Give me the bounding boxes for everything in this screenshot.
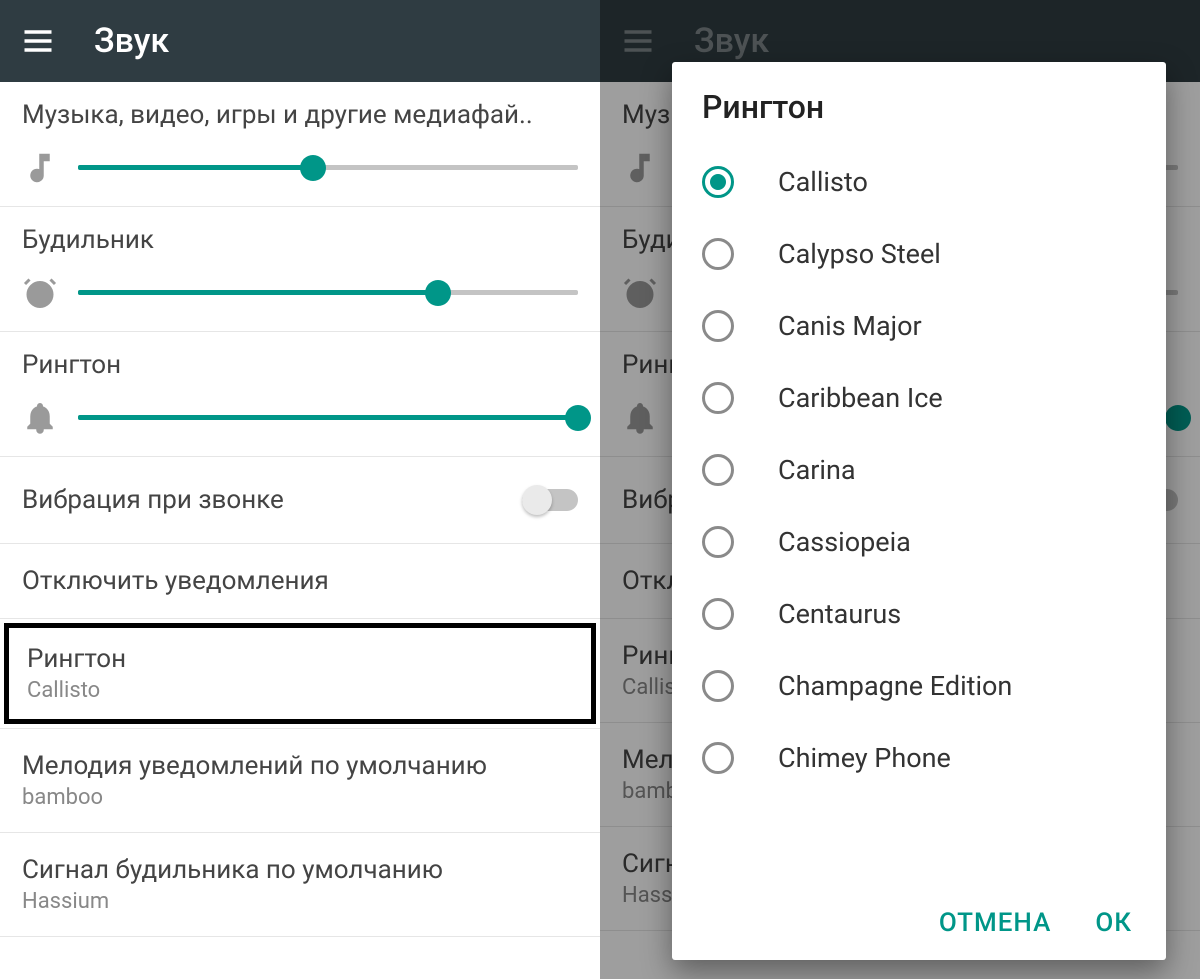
ringtone-picker-dialog: Рингтон Callisto Calypso Steel Canis Maj… bbox=[672, 62, 1166, 960]
alarm-sound-item[interactable]: Сигнал будильника по умолчанию Hassium bbox=[0, 833, 600, 937]
radio-icon bbox=[702, 742, 734, 774]
vibrate-on-call-row[interactable]: Вибрация при звонке bbox=[0, 457, 600, 544]
ringtone-option-label: Chimey Phone bbox=[778, 742, 951, 774]
appbar: Звук bbox=[0, 0, 600, 82]
radio-icon bbox=[702, 598, 734, 630]
media-volume-section: Музыка, видео, игры и другие медиафай.. bbox=[0, 82, 600, 207]
ring-volume-slider[interactable] bbox=[78, 403, 578, 433]
ringtone-item-highlighted[interactable]: Рингтон Callisto bbox=[4, 623, 596, 724]
ringtone-option-label: Centaurus bbox=[778, 598, 901, 630]
ringtone-option[interactable]: Chimey Phone bbox=[672, 722, 1166, 794]
sound-settings-panel-right: Звук Музыка, видео, игры и другие медиаф… bbox=[600, 0, 1200, 979]
ring-volume-label: Рингтон bbox=[22, 350, 578, 380]
alarm-sound-value: Hassium bbox=[22, 889, 578, 914]
media-volume-slider[interactable] bbox=[78, 153, 578, 183]
ringtone-option-label: Callisto bbox=[778, 166, 868, 198]
media-slider-row bbox=[22, 150, 578, 192]
content-area: Музыка, видео, игры и другие медиафай.. … bbox=[0, 82, 600, 937]
vibrate-switch[interactable] bbox=[522, 489, 578, 511]
ringtone-option[interactable]: Champagne Edition bbox=[672, 650, 1166, 722]
ringtone-option[interactable]: Centaurus bbox=[672, 578, 1166, 650]
radio-icon bbox=[702, 670, 734, 702]
alarm-volume-section: Будильник bbox=[0, 207, 600, 332]
ringtone-value: Callisto bbox=[27, 678, 573, 703]
sound-settings-panel-left: Звук Музыка, видео, игры и другие медиаф… bbox=[0, 0, 600, 979]
alarm-volume-slider[interactable] bbox=[78, 278, 578, 308]
ringtone-option[interactable]: Cassiopeia bbox=[672, 506, 1166, 578]
ringtone-option-label: Cassiopeia bbox=[778, 526, 911, 558]
notification-sound-value: bamboo bbox=[22, 785, 578, 810]
dialog-actions: ОТМЕНА ОК bbox=[672, 888, 1166, 960]
ringtone-option[interactable]: Callisto bbox=[672, 146, 1166, 218]
ring-slider-row bbox=[22, 400, 578, 442]
radio-icon bbox=[702, 310, 734, 342]
alarm-slider-row bbox=[22, 275, 578, 317]
alarm-volume-label: Будильник bbox=[22, 225, 578, 255]
ringtone-option[interactable]: Calypso Steel bbox=[672, 218, 1166, 290]
ringtone-option[interactable]: Canis Major bbox=[672, 290, 1166, 362]
radio-icon bbox=[702, 526, 734, 558]
alarm-sound-title: Сигнал будильника по умолчанию bbox=[22, 855, 578, 885]
ringtone-option-label: Canis Major bbox=[778, 310, 922, 342]
ringtone-option-label: Caribbean Ice bbox=[778, 382, 943, 414]
ringtone-options-list: Callisto Calypso Steel Canis Major Carib… bbox=[672, 140, 1166, 888]
ring-volume-section: Рингтон bbox=[0, 332, 600, 457]
radio-icon bbox=[702, 382, 734, 414]
radio-icon bbox=[702, 238, 734, 270]
ringtone-option[interactable]: Carina bbox=[672, 434, 1166, 506]
bell-icon bbox=[22, 400, 58, 436]
cancel-button[interactable]: ОТМЕНА bbox=[939, 908, 1051, 938]
page-title: Звук bbox=[94, 21, 169, 61]
ok-button[interactable]: ОК bbox=[1095, 908, 1132, 938]
disable-notifications-item[interactable]: Отключить уведомления bbox=[0, 544, 600, 619]
radio-icon bbox=[702, 454, 734, 486]
ringtone-option[interactable]: Caribbean Ice bbox=[672, 362, 1166, 434]
notification-sound-title: Мелодия уведомлений по умолчанию bbox=[22, 751, 578, 781]
ringtone-option-label: Carina bbox=[778, 454, 856, 486]
ringtone-option-label: Champagne Edition bbox=[778, 670, 1012, 702]
disable-notifications-title: Отключить уведомления bbox=[22, 566, 329, 596]
radio-icon bbox=[702, 166, 734, 198]
alarm-clock-icon bbox=[22, 275, 58, 311]
media-volume-label: Музыка, видео, игры и другие медиафай.. bbox=[22, 100, 578, 130]
ringtone-title: Рингтон bbox=[27, 644, 573, 674]
dialog-title: Рингтон bbox=[672, 62, 1166, 140]
ringtone-option-label: Calypso Steel bbox=[778, 238, 941, 270]
hamburger-menu-icon[interactable] bbox=[20, 23, 56, 59]
vibrate-label: Вибрация при звонке bbox=[22, 485, 284, 515]
notification-sound-item[interactable]: Мелодия уведомлений по умолчанию bamboo bbox=[0, 729, 600, 833]
music-note-icon bbox=[22, 150, 58, 186]
